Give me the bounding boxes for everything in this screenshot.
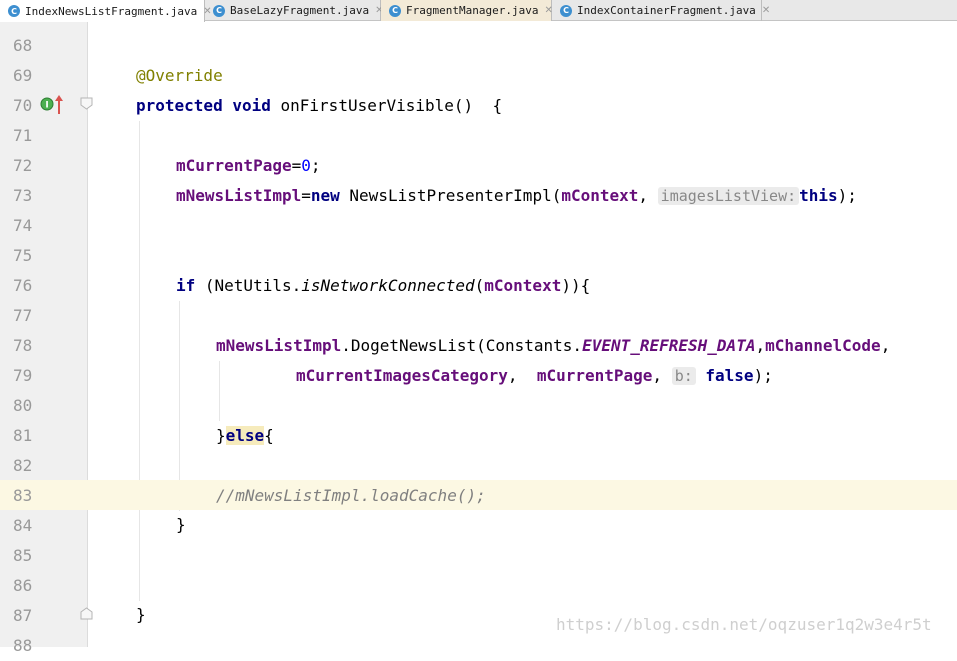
code-text: } (176, 515, 186, 534)
code-text: , (638, 186, 658, 205)
line-number: 76 (13, 276, 33, 295)
line-number: 70 (13, 96, 33, 115)
code-text: ); (837, 186, 857, 205)
code-text: ( (474, 276, 485, 295)
code-text: , (880, 336, 891, 355)
field: mNewsListImpl (176, 186, 302, 205)
code-text: NewsListPresenterImpl( (339, 186, 562, 205)
line-number: 73 (13, 186, 33, 205)
tab-label: BaseLazyFragment.java (230, 4, 370, 17)
code-text: , (755, 336, 766, 355)
class-icon: C (560, 4, 572, 17)
svg-text:I: I (45, 101, 48, 111)
keyword: void (232, 96, 271, 115)
field: mCurrentPage (176, 156, 292, 175)
field: mCurrentPage (536, 366, 653, 385)
code-line[interactable]: mNewsListImpl=new NewsListPresenterImpl(… (88, 181, 957, 211)
code-text: ; (310, 156, 321, 175)
line-number: 68 (13, 36, 33, 55)
line-number: 85 (13, 546, 33, 565)
code-line[interactable]: if (NetUtils.isNetworkConnected(mContext… (88, 271, 957, 301)
keyword: false (705, 366, 754, 385)
code-line[interactable]: }else{ (88, 421, 957, 451)
line-number: 75 (13, 246, 33, 265)
line-number: 86 (13, 576, 33, 595)
line-number: 72 (13, 156, 33, 175)
code-line[interactable]: mNewsListImpl.DogetNewsList(Constants.EV… (88, 331, 957, 361)
tab-index-container-fragment[interactable]: C IndexContainerFragment.java ✕ (552, 0, 770, 21)
line-number: 87 (13, 606, 33, 625)
code-line[interactable]: @Override (88, 61, 957, 91)
number-literal: 0 (301, 156, 311, 175)
class-locked-icon: C (389, 4, 401, 17)
field: mContext (561, 186, 639, 205)
line-number: 71 (13, 126, 33, 145)
code-text: (NetUtils. (195, 276, 302, 295)
watermark: https://blog.csdn.net/oqzuser1q2w3e4r5t (556, 615, 932, 634)
close-icon[interactable]: ✕ (762, 5, 770, 16)
code-text: } (216, 426, 226, 445)
field: mChannelCode (765, 336, 881, 355)
code-text: = (291, 156, 302, 175)
field: mCurrentImagesCategory (296, 366, 508, 385)
field: mContext (484, 276, 562, 295)
line-number: 79 (13, 366, 33, 385)
keyword: else (225, 426, 265, 445)
tab-label: IndexContainerFragment.java (577, 4, 756, 17)
editor-tab-bar: C IndexNewsListFragment.java ✕ C BaseLaz… (0, 0, 957, 22)
implements-up-arrow-icon[interactable]: I (40, 94, 66, 116)
line-number: 84 (13, 516, 33, 535)
tab-fragment-manager[interactable]: C FragmentManager.java ✕ (381, 0, 553, 21)
code-line-current[interactable]: //mNewsListImpl.loadCache(); (88, 480, 957, 510)
code-text: .DogetNewsList(Constants. (341, 336, 583, 355)
line-number: 69 (13, 66, 33, 85)
code-text: } (136, 605, 146, 624)
line-number: 83 (13, 486, 33, 505)
keyword: new (310, 186, 340, 205)
code-text: = (301, 186, 311, 205)
code-text: , (652, 366, 672, 385)
code-line[interactable]: mCurrentPage=0; (88, 151, 957, 181)
annotation: @Override (136, 66, 223, 85)
code-text: ); (753, 366, 773, 385)
parameter-hint: b: (671, 367, 696, 385)
method-name: onFirstUserVisible (280, 96, 454, 115)
tab-base-lazy-fragment[interactable]: C BaseLazyFragment.java ✕ (205, 0, 383, 21)
parameter-hint: imagesListView: (657, 187, 800, 205)
code-line[interactable]: protected void onFirstUserVisible() { (88, 91, 957, 121)
code-line[interactable]: } (88, 510, 957, 540)
line-number: 81 (13, 426, 33, 445)
static-method: isNetworkConnected (301, 276, 475, 295)
field: mNewsListImpl (216, 336, 342, 355)
class-icon: C (8, 5, 20, 17)
class-icon: C (213, 4, 225, 17)
keyword: protected (136, 96, 223, 115)
tab-index-news-list-fragment[interactable]: C IndexNewsListFragment.java ✕ (0, 0, 212, 22)
line-number: 88 (13, 636, 33, 655)
line-number: 77 (13, 306, 33, 325)
line-number: 80 (13, 396, 33, 415)
code-text: , (507, 366, 537, 385)
keyword: if (176, 276, 196, 295)
line-number: 82 (13, 456, 33, 475)
keyword: this (799, 186, 838, 205)
tab-label: FragmentManager.java (406, 4, 539, 17)
static-constant: EVENT_REFRESH_DATA (582, 336, 756, 355)
line-number: 74 (13, 216, 33, 235)
tab-label: IndexNewsListFragment.java (25, 4, 198, 18)
line-number: 78 (13, 336, 33, 355)
code-line[interactable]: mCurrentImagesCategory, mCurrentPage, b:… (88, 361, 957, 391)
comment: //mNewsListImpl.loadCache(); (216, 486, 486, 505)
code-text: )){ (561, 276, 591, 295)
code-text: () { (453, 96, 503, 115)
code-text: { (264, 426, 274, 445)
